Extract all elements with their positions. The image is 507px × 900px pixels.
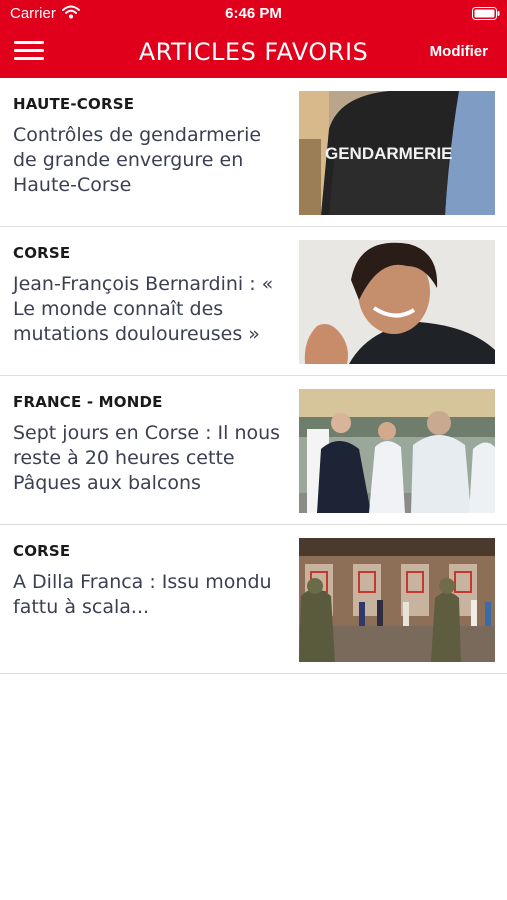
menu-line <box>14 41 44 44</box>
article-title: Sept jours en Corse : Il nous reste à 20… <box>13 422 281 494</box>
article-thumbnail[interactable] <box>299 389 495 513</box>
article-item[interactable]: HAUTE-CORSE Contrôles de gendarmerie de … <box>0 78 507 227</box>
favorite-articles-list: HAUTE-CORSE Contrôles de gendarmerie de … <box>0 78 507 674</box>
hamburger-menu-icon[interactable] <box>14 39 44 63</box>
article-item[interactable]: FRANCE - MONDE Sept jours en Corse : Il … <box>0 376 507 525</box>
article-title: Contrôles de gendarmerie de grande enver… <box>13 124 262 196</box>
article-category: CORSE <box>13 244 71 262</box>
edit-button[interactable]: Modifier <box>430 43 488 60</box>
vest-text: GENDARMERIE <box>325 144 453 163</box>
article-category: HAUTE-CORSE <box>13 95 135 113</box>
article-title: A Dilla Franca : Issu mondu fattu à scal… <box>13 571 272 618</box>
article-thumbnail[interactable] <box>299 538 495 662</box>
article-category: CORSE <box>13 542 71 560</box>
app-header: Carrier 6:46 PM ARTICLES FAVORIS Modifie… <box>0 0 507 78</box>
article-category: FRANCE - MONDE <box>13 393 163 411</box>
battery-icon <box>472 7 500 20</box>
navigation-bar: ARTICLES FAVORIS Modifier <box>0 26 507 78</box>
article-item[interactable]: CORSE Jean-François Bernardini : « Le mo… <box>0 227 507 376</box>
status-bar: Carrier 6:46 PM <box>0 0 507 26</box>
article-thumbnail[interactable]: GENDARMERIE <box>299 91 495 215</box>
menu-line <box>14 57 44 60</box>
menu-line <box>14 49 44 52</box>
article-item[interactable]: CORSE A Dilla Franca : Issu mondu fattu … <box>0 525 507 674</box>
article-thumbnail[interactable] <box>299 240 495 364</box>
status-time: 6:46 PM <box>225 5 282 22</box>
article-title: Jean-François Bernardini : « Le monde co… <box>13 273 274 345</box>
